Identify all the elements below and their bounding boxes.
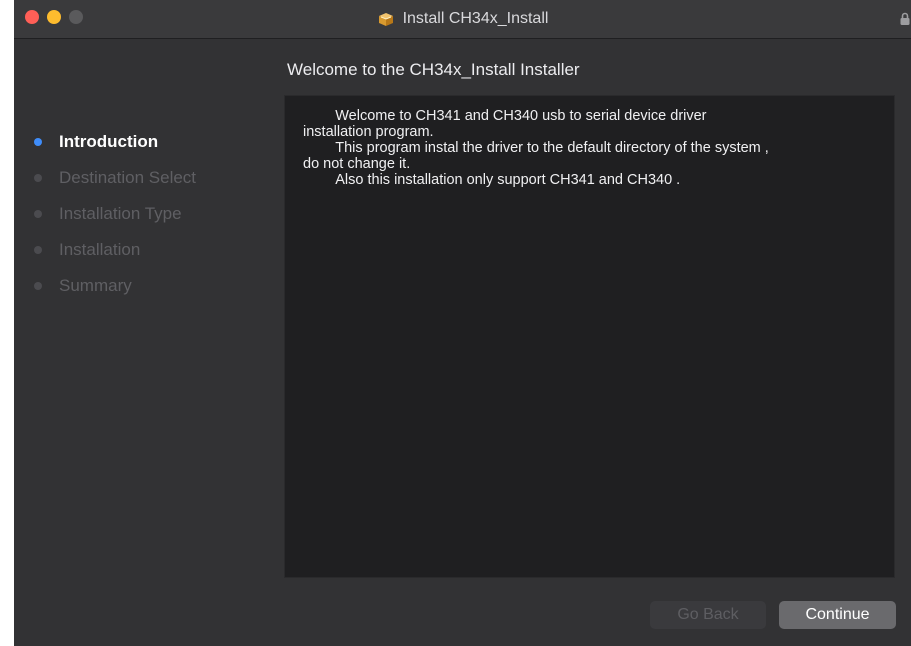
step-bullet xyxy=(34,174,42,182)
active-step-bullet xyxy=(34,138,42,146)
lock-icon xyxy=(900,12,910,25)
sidebar-item-label: Summary xyxy=(59,276,132,295)
welcome-message: Welcome to CH341 and CH340 usb to serial… xyxy=(303,108,769,188)
steps-sidebar: Introduction Destination Select Installa… xyxy=(34,124,284,304)
step-bullet xyxy=(34,210,42,218)
sidebar-item-label: Installation xyxy=(59,240,141,259)
continue-button[interactable]: Continue xyxy=(779,601,896,629)
step-bullet xyxy=(34,246,42,254)
sidebar-item-label: Introduction xyxy=(59,132,159,151)
sidebar-item-label: Destination Select xyxy=(59,168,197,187)
sidebar-item-installation: Installation xyxy=(34,232,284,268)
step-bullet xyxy=(34,282,42,290)
window-title: Install CH34x_Install xyxy=(402,10,549,27)
page-title: Welcome to the CH34x_Install Installer xyxy=(287,60,580,79)
sidebar-item-summary: Summary xyxy=(34,268,284,304)
window-title-wrap: Install CH34x_Install xyxy=(14,0,911,38)
package-icon xyxy=(378,13,393,26)
sidebar-item-introduction: Introduction xyxy=(34,124,284,160)
installer-window: Install CH34x_Install Welcome to the CH3… xyxy=(14,0,911,646)
sidebar-item-installation-type: Installation Type xyxy=(34,196,284,232)
go-back-button: Go Back xyxy=(650,601,766,629)
welcome-content-panel[interactable]: Welcome to CH341 and CH340 usb to serial… xyxy=(284,95,895,578)
sidebar-item-destination-select: Destination Select xyxy=(34,160,284,196)
sidebar-item-label: Installation Type xyxy=(59,204,182,223)
title-bar: Install CH34x_Install xyxy=(14,0,911,39)
